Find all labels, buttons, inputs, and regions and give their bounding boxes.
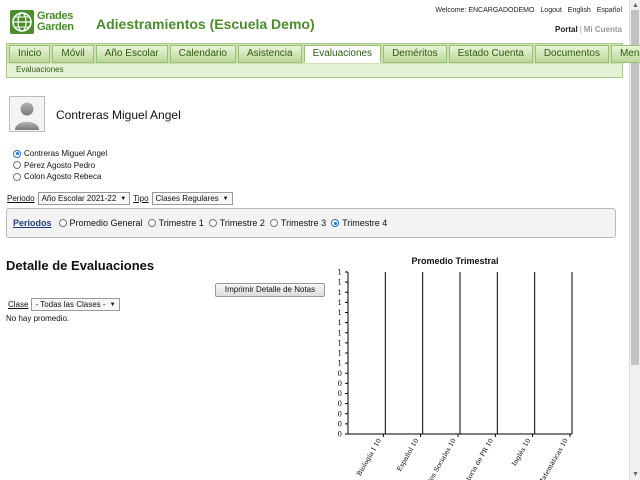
y-tick-label: 1 [338,339,342,347]
period-option[interactable]: Trimestre 1 [147,218,204,228]
main-nav: Inicio Móvil Año Escolar Calendario Asistenc… [6,43,640,78]
logo-text: Grades Garden [37,10,74,33]
y-tick-label: 0 [338,370,342,378]
student-option[interactable]: Contreras Miguel Angel [13,148,107,160]
periodo-label: Periodo [7,194,35,203]
english-link[interactable]: English [568,7,591,14]
tab-dem-ritos[interactable]: Deméritos [383,45,447,63]
y-tick-label: 1 [338,329,342,337]
grades-garden-logo[interactable]: Grades Garden [10,10,82,34]
y-tick-label: 1 [338,279,342,287]
breadcrumb[interactable]: Evaluaciones [16,65,64,74]
radio-button[interactable] [58,219,67,227]
y-tick-label: 1 [338,269,342,277]
student-option[interactable]: Colon Agosto Rebeca [13,171,107,183]
y-tick-label: 0 [338,420,342,428]
tipo-select[interactable]: Clases Regulares ▼ [151,192,233,205]
nav-tabs: Inicio Móvil Año Escolar Calendario Asistenc… [9,45,640,63]
avatar [9,96,45,132]
period-option-label: Trimestre 1 [158,218,204,228]
scroll-up-icon[interactable]: ▲ [631,1,640,10]
x-tick-label: Inglés 10 [510,437,532,467]
period-option-label: Promedio General [69,218,143,228]
student-option-label: Contreras Miguel Angel [24,149,108,159]
vertical-scrollbar[interactable]: ▲ ▼ [629,0,640,480]
clase-select[interactable]: - Todas las Clases - ▼ [31,298,120,311]
tab-inicio[interactable]: Inicio [9,45,51,63]
tipo-label: Tipo [133,194,149,203]
tab-a-o-escolar[interactable]: Año Escolar [95,45,168,63]
periods-title: Periodos [13,218,52,228]
y-tick-label: 1 [338,360,342,368]
radio-button[interactable] [13,149,21,158]
x-tick-label: Estudios Sociales 10 [417,437,458,480]
page-title: Adiestramientos (Escuela Demo) [96,16,315,32]
radio-button[interactable] [13,161,21,170]
user-links: Welcome: ENCARGADODEMO Logout English Es… [431,7,622,14]
person-icon [15,102,39,130]
radio-button[interactable] [331,219,340,227]
chevron-down-icon: ▼ [109,301,116,308]
y-tick-label: 1 [338,309,342,317]
periods-panel: Periodos Promedio General Trimestre 1 Trim… [6,208,616,238]
y-tick-label: 0 [338,390,342,398]
period-option-label: Trimestre 2 [219,218,265,228]
filters-row: Periodo Año Escolar 2021-22 ▼ Tipo Clases… [7,192,236,205]
sub-nav: Evaluaciones [7,64,622,77]
student-option[interactable]: Pérez Agosto Pedro [13,160,107,172]
bar-chart: 1 1 1 1 1 1 1 1 1 1 0 0 0 0 0 0 0 Biología I 10 Español 10… [338,269,573,480]
portal-switch: Portal | Mi Cuenta [555,25,622,34]
tab-asistencia[interactable]: Asistencia [238,45,302,63]
period-option-label: Trimestre 4 [342,218,388,228]
tab-evaluaciones[interactable]: Evaluaciones [303,45,382,63]
x-tick-label: Historia de PR 10 [459,437,495,480]
period-option[interactable]: Trimestre 4 [331,218,387,228]
tab-m-vil[interactable]: Móvil [52,45,94,63]
chevron-down-icon: ▼ [120,195,127,202]
student-option-label: Colon Agosto Rebeca [24,172,102,182]
student-selector: Contreras Miguel Angel Pérez Agosto Pedro… [13,148,107,183]
tab-documentos[interactable]: Documentos [534,45,609,63]
period-option[interactable]: Trimestre 3 [269,218,327,228]
print-button[interactable]: Imprimir Detalle de Notas [215,283,325,297]
x-tick-label: Biología I 10 [355,437,383,477]
tab-estado-cuenta[interactable]: Estado Cuenta [448,45,533,63]
y-tick-label: 1 [338,350,342,358]
radio-button[interactable] [208,219,217,227]
section-title: Detalle de Evaluaciones [6,258,155,273]
y-tick-label: 1 [338,289,342,297]
clase-label: Clase [8,300,29,309]
period-option[interactable]: Trimestre 2 [208,218,265,228]
periodo-select[interactable]: Año Escolar 2021-22 ▼ [37,192,131,205]
globe-icon [10,10,34,34]
radio-button[interactable] [147,219,156,227]
period-option[interactable]: Promedio General [58,218,143,228]
y-tick-label: 1 [338,299,342,307]
mi-cuenta-link[interactable]: Mi Cuenta [584,25,622,34]
y-tick-label: 0 [338,400,342,408]
portal-link[interactable]: Portal [555,25,578,34]
chevron-down-icon: ▼ [222,195,229,202]
y-tick-label: 1 [338,319,342,327]
student-name: Contreras Miguel Angel [56,108,181,122]
logout-link[interactable]: Logout [540,7,561,14]
clase-filter: Clase - Todas las Clases - ▼ [8,298,123,311]
x-tick-label: Matemáticas 10 [536,437,569,480]
y-tick-label: 0 [338,410,342,418]
tab-calendario[interactable]: Calendario [169,45,236,63]
student-option-label: Pérez Agosto Pedro [24,160,96,170]
welcome-text: Welcome: ENCARGADODEMO [435,7,535,14]
scroll-down-icon[interactable]: ▼ [631,470,640,479]
radio-button[interactable] [269,219,278,227]
radio-button[interactable] [13,172,21,181]
espanol-link[interactable]: Español [597,7,622,14]
y-tick-label: 0 [338,380,342,388]
x-tick-label: Español 10 [395,437,420,473]
y-tick-label: 0 [338,431,342,439]
empty-message: No hay promedio. [6,314,70,323]
period-option-label: Trimestre 3 [280,218,327,228]
scrollbar-thumb[interactable] [631,10,639,365]
tab-mensajes[interactable]: Mensajes [610,45,640,63]
